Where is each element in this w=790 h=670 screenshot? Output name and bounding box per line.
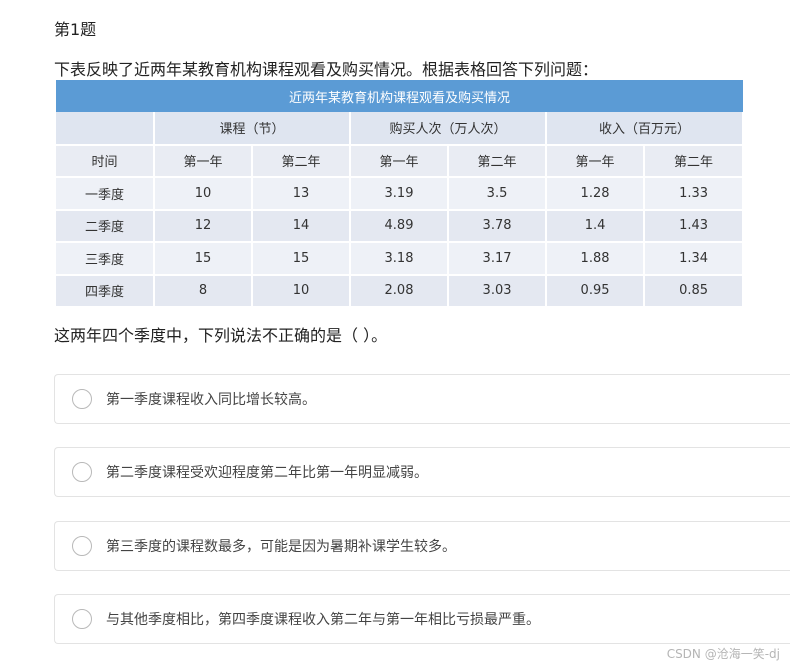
answer-option-d[interactable]: 与其他季度相比，第四季度课程收入第二年与第一年相比亏损最严重。 <box>54 594 790 644</box>
table-cell: 10 <box>252 274 352 308</box>
row-label: 一季度 <box>56 177 155 211</box>
year-header: 第一年 <box>154 144 253 178</box>
group-header-purchases: 购买人次（万人次） <box>350 112 548 146</box>
table-row: 二季度 12 14 4.89 3.78 1.4 1.43 <box>56 209 745 243</box>
table-cell: 1.4 <box>546 209 646 243</box>
table-cell: 3.19 <box>350 177 450 211</box>
table-cell: 1.33 <box>644 177 745 211</box>
question-number: 第1题 <box>54 20 97 39</box>
option-label: 与其他季度相比，第四季度课程收入第二年与第一年相比亏损最严重。 <box>106 612 540 628</box>
row-label: 三季度 <box>56 242 155 276</box>
table-cell: 13 <box>252 177 352 211</box>
table-cell: 3.18 <box>350 242 450 276</box>
watermark: CSDN @沧海一笑-dj <box>666 647 780 661</box>
row-label: 二季度 <box>56 209 155 243</box>
year-header: 第二年 <box>644 144 745 178</box>
answer-option-c[interactable]: 第三季度的课程数最多，可能是因为暑期补课学生较多。 <box>54 521 790 571</box>
table-cell: 4.89 <box>350 209 450 243</box>
year-header: 第一年 <box>350 144 450 178</box>
table-corner-cell <box>56 112 155 146</box>
option-label: 第一季度课程收入同比增长较高。 <box>106 392 316 408</box>
question-stem: 这两年四个季度中，下列说法不正确的是（ ）。 <box>54 326 388 345</box>
table-cell: 1.88 <box>546 242 646 276</box>
option-label: 第三季度的课程数最多，可能是因为暑期补课学生较多。 <box>106 539 456 555</box>
table-cell: 2.08 <box>350 274 450 308</box>
year-header: 第二年 <box>252 144 352 178</box>
radio-button[interactable] <box>72 536 92 556</box>
table-row: 三季度 15 15 3.18 3.17 1.88 1.34 <box>56 242 745 276</box>
table-cell: 3.03 <box>448 274 548 308</box>
table-cell: 0.95 <box>546 274 646 308</box>
year-header: 第一年 <box>546 144 646 178</box>
table-cell: 1.43 <box>644 209 745 243</box>
table-cell: 12 <box>154 209 253 243</box>
option-label: 第二季度课程受欢迎程度第二年比第一年明显减弱。 <box>106 465 428 481</box>
table-row: 四季度 8 10 2.08 3.03 0.95 0.85 <box>56 274 745 308</box>
table-cell: 1.34 <box>644 242 745 276</box>
answer-option-a[interactable]: 第一季度课程收入同比增长较高。 <box>54 374 790 424</box>
table-cell: 1.28 <box>546 177 646 211</box>
table-cell: 10 <box>154 177 253 211</box>
table-cell: 8 <box>154 274 253 308</box>
table-cell: 14 <box>252 209 352 243</box>
table-cell: 3.5 <box>448 177 548 211</box>
table-cell: 0.85 <box>644 274 745 308</box>
group-header-revenue: 收入（百万元） <box>546 112 745 146</box>
table-cell: 15 <box>154 242 253 276</box>
table-cell: 15 <box>252 242 352 276</box>
group-header-courses: 课程（节） <box>154 112 352 146</box>
data-table: 近两年某教育机构课程观看及购买情况 课程（节） 购买人次（万人次） 收入（百万元… <box>56 80 745 308</box>
radio-button[interactable] <box>72 609 92 629</box>
radio-button[interactable] <box>72 389 92 409</box>
table-title: 近两年某教育机构课程观看及购买情况 <box>56 80 743 112</box>
table-cell: 3.78 <box>448 209 548 243</box>
table-row: 一季度 10 13 3.19 3.5 1.28 1.33 <box>56 177 745 211</box>
radio-button[interactable] <box>72 462 92 482</box>
year-header: 第二年 <box>448 144 548 178</box>
answer-option-b[interactable]: 第二季度课程受欢迎程度第二年比第一年明显减弱。 <box>54 447 790 497</box>
question-intro: 下表反映了近两年某教育机构课程观看及购买情况。根据表格回答下列问题： <box>54 60 599 79</box>
row-label: 四季度 <box>56 274 155 308</box>
time-header: 时间 <box>56 144 155 178</box>
table-cell: 3.17 <box>448 242 548 276</box>
